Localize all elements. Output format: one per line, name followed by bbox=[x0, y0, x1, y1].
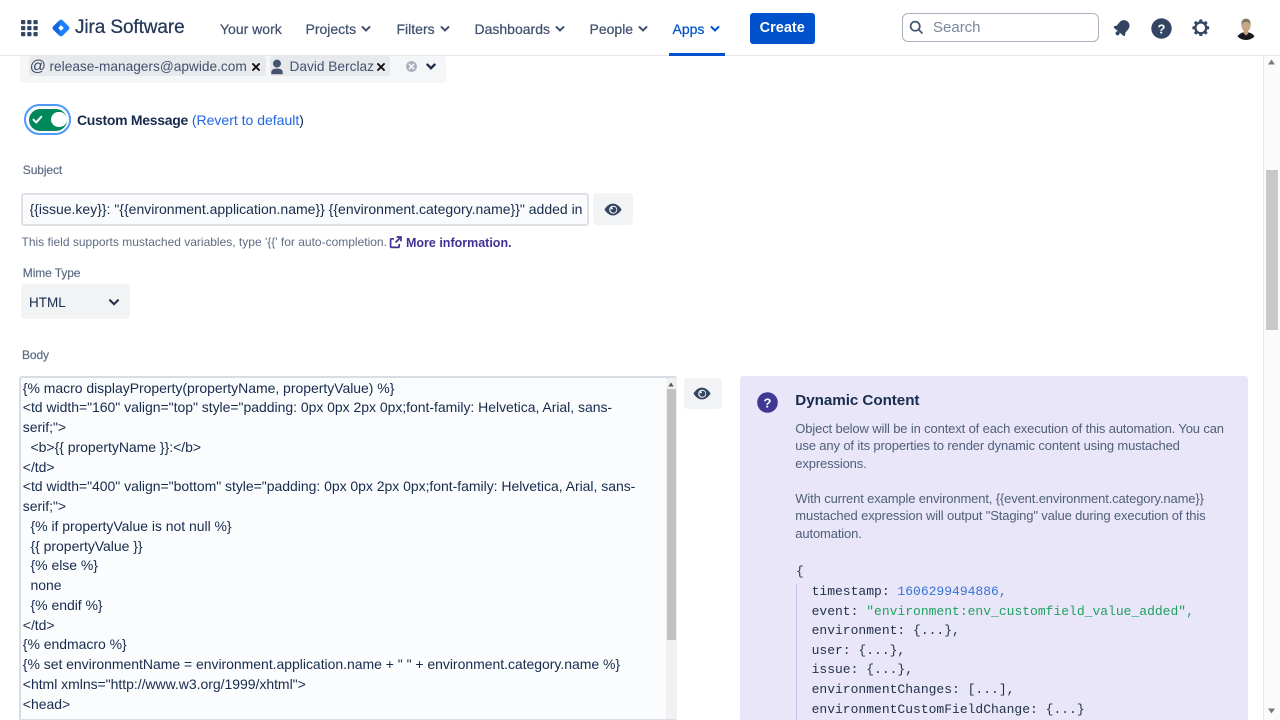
svg-text:?: ? bbox=[1158, 21, 1166, 36]
svg-text:?: ? bbox=[764, 395, 772, 410]
